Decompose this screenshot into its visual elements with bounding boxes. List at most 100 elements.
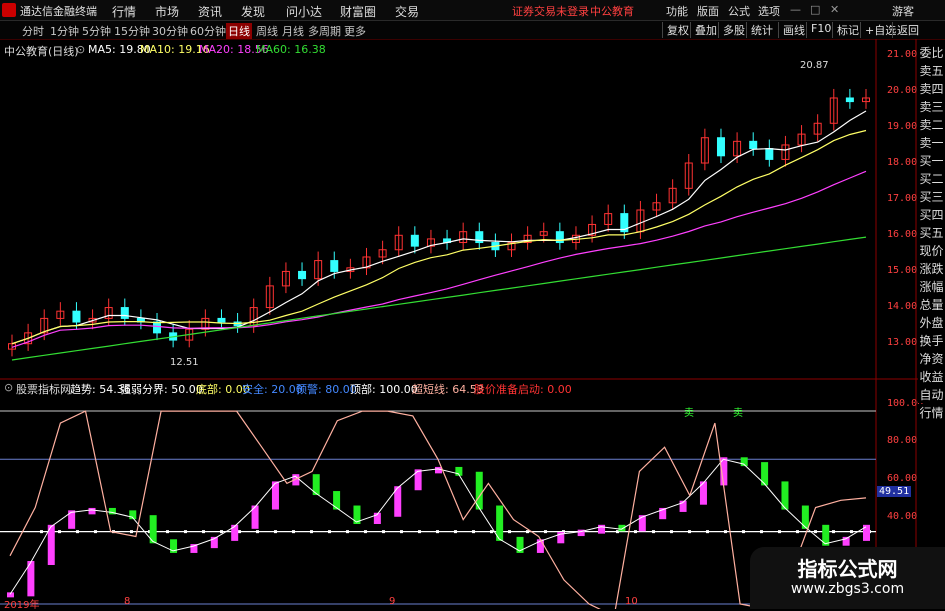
button-add-favorite[interactable]: +自选 (860, 22, 896, 38)
candle-body (845, 97, 854, 103)
divider-dot (634, 530, 637, 534)
period-toolbar: 分时 1分钟 5分钟 15分钟 30分钟 60分钟 日线 周线 月线 多周期 更… (0, 21, 945, 40)
sidebar-item[interactable]: 收益 (918, 368, 945, 385)
tab-period-monthly[interactable]: 月线 (282, 23, 304, 39)
menu-item-trade[interactable]: 交易 (395, 3, 419, 20)
candle-body (298, 270, 307, 280)
sidebar-item[interactable]: 卖五 (918, 62, 945, 79)
minimize-icon[interactable]: — (790, 3, 801, 16)
candle-body (72, 310, 81, 323)
tab-period-daily[interactable]: 日线 (226, 23, 252, 39)
divider-dot (418, 530, 421, 534)
app-logo (2, 3, 16, 17)
candle-body (330, 260, 339, 272)
price-tick: 20.00 (887, 85, 918, 96)
menu-formula[interactable]: 公式 (728, 3, 750, 19)
ind-top: 顶部: 100.00 (350, 383, 418, 396)
sidebar-item[interactable]: 行情 (918, 404, 945, 421)
divider-dot (490, 530, 493, 534)
button-adjust[interactable]: 复权 (662, 22, 689, 38)
tab-period-more[interactable]: 更多 (344, 23, 366, 39)
tab-period-15min[interactable]: 15分钟 (114, 23, 150, 39)
button-mark[interactable]: 标记 (832, 22, 859, 38)
low-price-annotation: 12.51 (170, 357, 199, 368)
divider-dot (364, 530, 367, 534)
candle-body (716, 137, 725, 157)
sidebar-item[interactable]: 委比 (918, 44, 945, 61)
sidebar-item[interactable]: 卖二 (918, 116, 945, 133)
divider-dot (724, 530, 727, 534)
divider-dot (850, 530, 853, 534)
menu-function[interactable]: 功能 (666, 3, 688, 19)
tab-period-timeshare[interactable]: 分时 (22, 23, 44, 39)
divider-dot (166, 530, 169, 534)
ma5-line (11, 110, 867, 345)
sidebar-item[interactable]: 买五 (918, 224, 945, 241)
sidebar-item[interactable]: 卖一 (918, 134, 945, 151)
guest-label[interactable]: 游客 (892, 3, 914, 19)
menu-item-ask[interactable]: 问小达 (286, 3, 322, 20)
divider-dot (472, 530, 475, 534)
tab-period-5min[interactable]: 5分钟 (82, 23, 111, 39)
sidebar-item[interactable]: 卖四 (918, 80, 945, 97)
sidebar-item[interactable]: 净资 (918, 350, 945, 367)
tab-period-30min[interactable]: 30分钟 (152, 23, 188, 39)
sidebar-item[interactable]: 外盘 (918, 314, 945, 331)
divider-dot (400, 530, 403, 534)
sidebar-item[interactable]: 换手 (918, 332, 945, 349)
sidebar-item[interactable]: 总量 (918, 296, 945, 313)
price-tick: 21.00 (887, 49, 918, 60)
high-price-annotation: 20.87 (800, 60, 829, 71)
trend-bar (618, 524, 626, 532)
menu-item-market[interactable]: 市场 (155, 3, 179, 20)
indicator-settings-icon[interactable]: ⊙ (4, 381, 13, 394)
button-overlay[interactable]: 叠加 (690, 22, 717, 38)
tab-period-weekly[interactable]: 周线 (256, 23, 278, 39)
button-multi-stock[interactable]: 多股 (718, 22, 745, 38)
button-stats[interactable]: 统计 (746, 22, 773, 38)
ind-short: 超短线: 64.53 (412, 383, 484, 396)
menu-item-quotes[interactable]: 行情 (112, 3, 136, 20)
sidebar-item[interactable]: 卖三 (918, 98, 945, 115)
trend-bar (598, 524, 606, 534)
candle-body (410, 234, 419, 247)
divider-dot (688, 530, 691, 534)
login-notice[interactable]: 证券交易未登录 (512, 3, 589, 19)
menu-item-news[interactable]: 资讯 (198, 3, 222, 20)
menu-item-discover[interactable]: 发现 (241, 3, 265, 20)
sidebar-item[interactable]: 涨跌 (918, 260, 945, 277)
sidebar-item[interactable]: 买二 (918, 170, 945, 187)
settings-icon[interactable]: ⊙ (76, 43, 85, 56)
sidebar-item[interactable]: 买一 (918, 152, 945, 169)
tab-period-1min[interactable]: 1分钟 (50, 23, 79, 39)
divider-dot (58, 530, 61, 534)
sidebar-item[interactable]: 买四 (918, 206, 945, 223)
ma10-line (11, 129, 867, 345)
ind-safe: 安全: 20.00 (242, 383, 303, 396)
button-back[interactable]: 返回 (892, 22, 919, 38)
divider-dot (346, 530, 349, 534)
divider-dot (670, 530, 673, 534)
sidebar-item[interactable]: 涨幅 (918, 278, 945, 295)
divider-dot (202, 530, 205, 534)
sidebar-item[interactable]: 买三 (918, 188, 945, 205)
button-draw[interactable]: 画线 (778, 22, 805, 38)
stock-title: 中公教育(日线) (4, 45, 79, 58)
menu-item-wealth[interactable]: 财富圈 (340, 3, 376, 20)
divider-dot (220, 530, 223, 534)
sidebar-item[interactable]: 现价 (918, 242, 945, 259)
watermark-url: www.zbgs3.com (790, 581, 905, 597)
close-icon[interactable]: ✕ (830, 3, 839, 16)
tab-period-multi[interactable]: 多周期 (308, 23, 341, 39)
menu-layout[interactable]: 版面 (697, 3, 719, 19)
menu-options[interactable]: 选项 (758, 3, 780, 19)
restore-icon[interactable]: □ (810, 3, 820, 16)
ma60-line (11, 236, 867, 361)
divider-dot (292, 530, 295, 534)
sell-signal: 卖 (733, 408, 743, 419)
tab-period-60min[interactable]: 60分钟 (190, 23, 226, 39)
sidebar-item[interactable]: 自动 (918, 386, 945, 403)
button-f10[interactable]: F10 (806, 22, 831, 38)
chart-area[interactable] (0, 39, 945, 609)
candle-body (749, 140, 758, 150)
